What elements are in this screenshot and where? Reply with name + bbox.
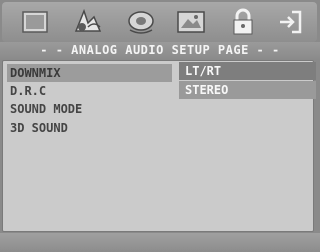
exit-icon (280, 10, 302, 34)
menu-item-3d-sound[interactable]: 3D SOUND (7, 119, 172, 137)
general-setup-icon (22, 11, 48, 33)
password-lock-icon (233, 8, 253, 35)
preference-setup-icon (177, 11, 205, 33)
page-title-bar: - - ANALOG AUDIO SETUP PAGE - - (0, 42, 320, 60)
general-setup-button[interactable] (18, 7, 52, 37)
option-lt-rt[interactable]: LT/RT (179, 62, 316, 80)
video-setup-button[interactable] (124, 7, 158, 37)
audio-setup-icon (74, 8, 102, 32)
preference-setup-button[interactable] (174, 7, 208, 37)
page-title: - - ANALOG AUDIO SETUP PAGE - - (40, 43, 280, 57)
exit-setup-button[interactable] (274, 7, 308, 37)
dvd-setup-menu: - - ANALOG AUDIO SETUP PAGE - - DOWNMIX … (0, 0, 320, 252)
audio-setup-button[interactable] (70, 7, 104, 37)
password-setup-button[interactable] (226, 7, 260, 37)
setup-icon-bar (2, 2, 317, 42)
option-stereo[interactable]: STEREO (179, 81, 316, 99)
menu-item-drc[interactable]: D.R.C (7, 82, 172, 100)
video-setup-icon (128, 11, 154, 34)
menu-item-downmix[interactable]: DOWNMIX (7, 64, 172, 82)
menu-item-sound-mode[interactable]: SOUND MODE (7, 100, 172, 118)
bottom-status-bar (0, 233, 320, 252)
